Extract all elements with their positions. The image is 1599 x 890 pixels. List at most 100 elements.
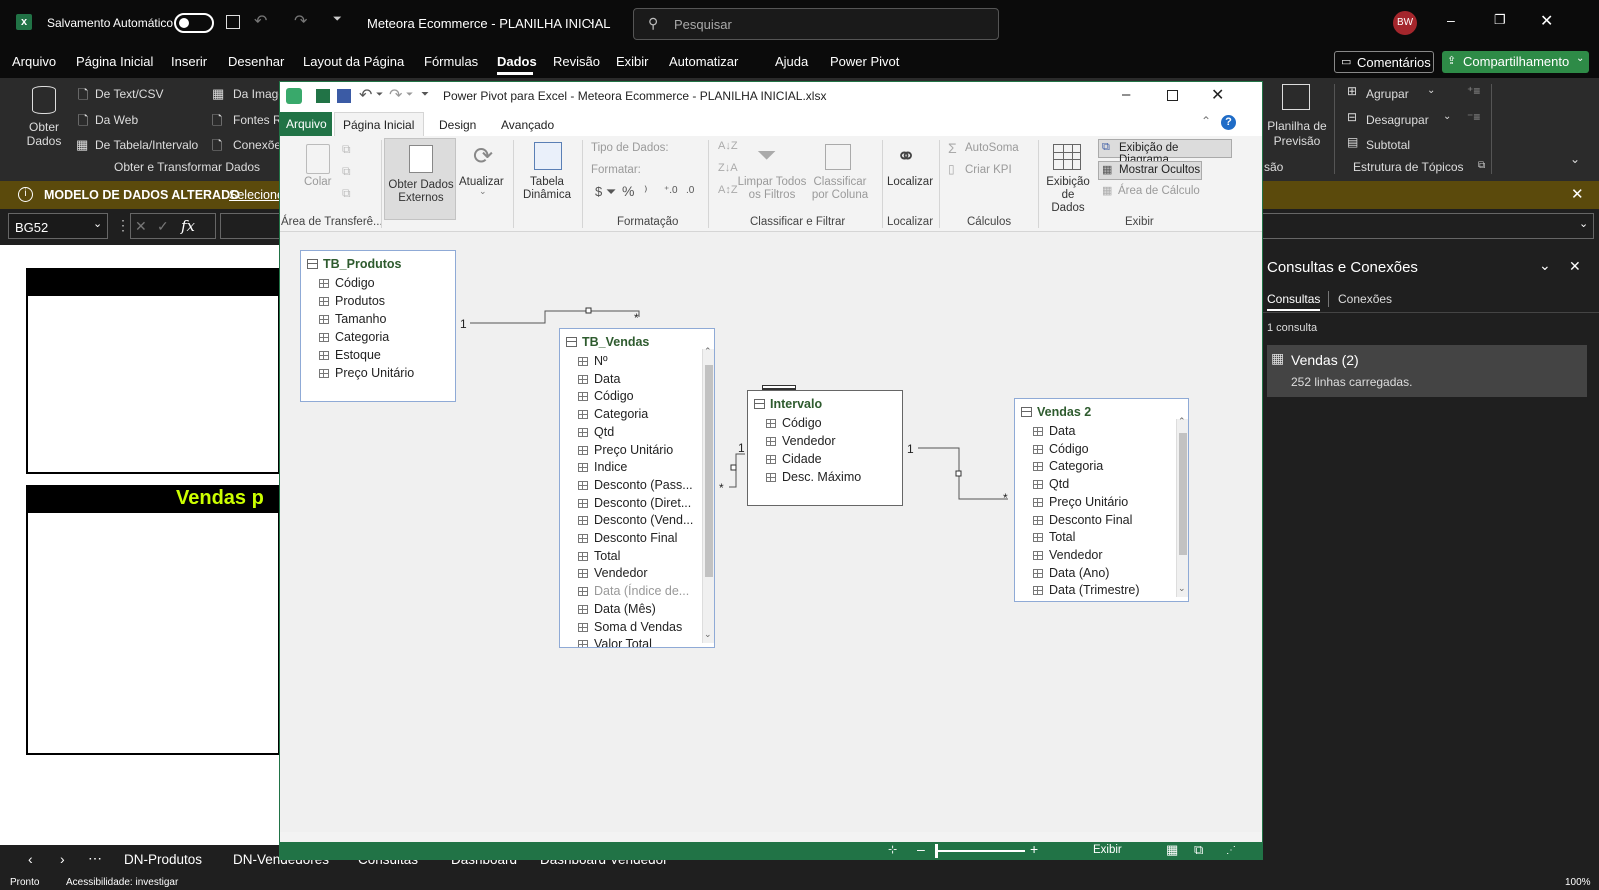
table-field[interactable]: Nº <box>578 354 608 368</box>
conexoes-button[interactable]: Conexõe <box>233 138 281 152</box>
scrollbar[interactable]: ⌃ ⌄ <box>702 346 714 643</box>
de-tabela-button[interactable]: De Tabela/Intervalo <box>95 138 198 152</box>
autosave-toggle[interactable] <box>174 13 214 33</box>
da-web-button[interactable]: Da Web <box>95 113 138 127</box>
tab-consultas[interactable]: Consultas <box>1267 292 1320 306</box>
close-icon[interactable]: ✕ <box>1569 258 1581 275</box>
table-field[interactable]: Desconto (Vend... <box>578 513 693 527</box>
enter-icon[interactable]: ✓ <box>157 218 169 235</box>
grid-view-icon[interactable]: ▦ <box>1166 842 1178 858</box>
save-icon[interactable] <box>337 89 351 103</box>
menu-exibir[interactable]: Exibir <box>616 54 649 69</box>
table-field[interactable]: Data (Índice de... <box>578 584 689 598</box>
table-field[interactable]: Desconto (Diret... <box>578 496 691 510</box>
pp-tab-avancado[interactable]: Avançado <box>501 118 554 132</box>
collapse-ribbon-icon[interactable]: ⌃ <box>1201 114 1211 128</box>
table-field[interactable]: Preço Unitário <box>319 366 414 380</box>
scrollbar-thumb[interactable] <box>705 365 713 577</box>
cancel-icon[interactable]: ✕ <box>135 218 147 235</box>
resize-grip-icon[interactable]: ⋰ <box>1226 845 1236 856</box>
increase-decimal-icon[interactable]: ⁺.0 <box>664 185 678 196</box>
customize-qat-icon[interactable]: ⏷ <box>333 13 342 26</box>
comments-button[interactable]: ▭ Comentários <box>1334 51 1434 73</box>
table-field[interactable]: Data <box>578 372 620 386</box>
tab-next-icon[interactable]: › <box>60 851 65 867</box>
pp-tab-pagina-inicial[interactable]: Página Inicial <box>334 112 424 136</box>
maximize-icon[interactable]: ❐ <box>1494 12 1506 28</box>
diagram-view-icon[interactable]: ⧉ <box>1194 842 1203 858</box>
menu-automatizar[interactable]: Automatizar <box>669 54 738 69</box>
append-icon[interactable]: ⧉ <box>342 164 351 179</box>
desagrupar-button[interactable]: Desagrupar <box>1366 113 1429 127</box>
diagram-canvas[interactable]: 1 * 1 * 1 * TB_Produtos Código Produtos Ta… <box>280 232 1262 832</box>
table-field[interactable]: Estoque <box>319 348 381 362</box>
table-field[interactable]: Data (Trimestre) <box>1033 583 1140 597</box>
tabela-dinamica-button[interactable]: Tabela Dinâmica <box>519 176 575 202</box>
localizar-button[interactable]: Localizar <box>887 176 933 188</box>
zoom-slider-thumb[interactable] <box>935 844 938 858</box>
more-icon[interactable]: ⋮ <box>116 217 130 234</box>
table-field[interactable]: Produtos <box>319 294 385 308</box>
chevron-down-icon[interactable]: ⌄ <box>1539 257 1551 274</box>
accessibility-status[interactable]: Acessibilidade: investigar <box>66 877 178 888</box>
scrollbar-thumb[interactable] <box>1179 433 1187 555</box>
criar-kpi-button[interactable]: Criar KPI <box>965 164 1012 176</box>
tab-prev-icon[interactable]: ‹ <box>28 851 33 867</box>
scroll-down-icon[interactable]: ⌄ <box>1178 583 1186 594</box>
menu-layout[interactable]: Layout da Página <box>303 54 404 69</box>
search-box[interactable]: ⚲ Pesquisar <box>633 8 999 40</box>
exibicao-dados-button[interactable]: Exibição de Dados <box>1044 176 1092 215</box>
close-icon[interactable]: ✕ <box>1571 185 1584 203</box>
avatar[interactable]: BW <box>1393 11 1417 35</box>
table-field[interactable]: Vendedor <box>578 566 648 580</box>
autosoma-button[interactable]: AutoSoma <box>965 142 1019 154</box>
tipo-dados-field[interactable]: Tipo de Dados: <box>591 142 669 154</box>
hide-detail-icon[interactable]: ⁻≡ <box>1467 110 1480 124</box>
da-imagem-button[interactable]: Da Image <box>233 87 285 101</box>
table-field[interactable]: Preço Unitário <box>578 443 673 457</box>
close-icon[interactable]: ✕ <box>1540 11 1553 31</box>
collapse-ribbon-icon[interactable]: ⌄ <box>1570 152 1580 166</box>
table-vendas-2[interactable]: Vendas 2 Data Código Categoria Qtd Preço Uni… <box>1014 398 1189 602</box>
table-field[interactable]: Código <box>578 389 634 403</box>
sort-desc-icon[interactable]: Z↓A <box>718 162 738 174</box>
query-item[interactable]: ▦ Vendas (2) 252 linhas carregadas. <box>1267 345 1587 397</box>
table-field[interactable]: Vendedor <box>1033 548 1103 562</box>
table-field[interactable]: Desc. Máximo <box>766 470 861 484</box>
minimize-icon[interactable]: – <box>1447 12 1455 28</box>
menu-ajuda[interactable]: Ajuda <box>775 54 808 69</box>
menu-dados[interactable]: Dados <box>497 54 537 69</box>
percent-icon[interactable]: % <box>622 183 634 199</box>
redo-dropdown-icon[interactable]: ⏷ <box>406 89 413 100</box>
subtotal-button[interactable]: Subtotal <box>1366 138 1410 152</box>
table-field[interactable]: Desconto Final <box>578 531 677 545</box>
table-field[interactable]: Total <box>578 549 620 563</box>
scroll-up-icon[interactable]: ⌃ <box>704 346 712 357</box>
clear-sort-icon[interactable]: A↕Z <box>718 184 738 196</box>
obter-dados-externos-button[interactable]: Obter Dados Externos <box>384 138 456 220</box>
sheet-tab-dn-produtos[interactable]: DN-Produtos <box>124 852 202 867</box>
message-action-link[interactable]: Selecione <box>229 188 284 202</box>
more-tabs-icon[interactable]: ⋯ <box>88 850 102 867</box>
help-icon[interactable]: ? <box>1221 115 1236 130</box>
table-field[interactable]: Desconto (Pass... <box>578 478 693 492</box>
table-field[interactable]: Código <box>319 276 375 290</box>
table-field[interactable]: Indice <box>578 460 627 474</box>
table-field[interactable]: Código <box>1033 442 1089 456</box>
sort-asc-icon[interactable]: A↓Z <box>718 140 738 152</box>
redo-icon[interactable]: ↷ <box>389 85 402 105</box>
menu-pagina-inicial[interactable]: Página Inicial <box>76 54 153 69</box>
agrupar-button[interactable]: Agrupar <box>1366 87 1409 101</box>
scroll-down-icon[interactable]: ⌄ <box>704 629 712 640</box>
table-intervalo[interactable]: Intervalo Código Vendedor Cidade Desc. Máxi… <box>747 385 903 506</box>
table-field[interactable]: Preço Unitário <box>1033 495 1128 509</box>
pp-tab-arquivo[interactable]: Arquivo <box>280 112 332 136</box>
table-tb-produtos[interactable]: TB_Produtos Código Produtos Tamanho Categor… <box>300 250 456 402</box>
area-calculo-button[interactable]: Área de Cálculo <box>1118 185 1200 197</box>
undo-icon[interactable]: ↶ <box>254 11 267 31</box>
decrease-decimal-icon[interactable]: .0 <box>686 185 694 196</box>
table-field[interactable]: Vendedor <box>766 434 836 448</box>
copy-icon[interactable]: ⧉ <box>342 142 351 157</box>
table-field[interactable]: Qtd <box>1033 477 1069 491</box>
document-title[interactable]: Meteora Ecommerce - PLANILHA INICIAL <box>367 16 610 31</box>
